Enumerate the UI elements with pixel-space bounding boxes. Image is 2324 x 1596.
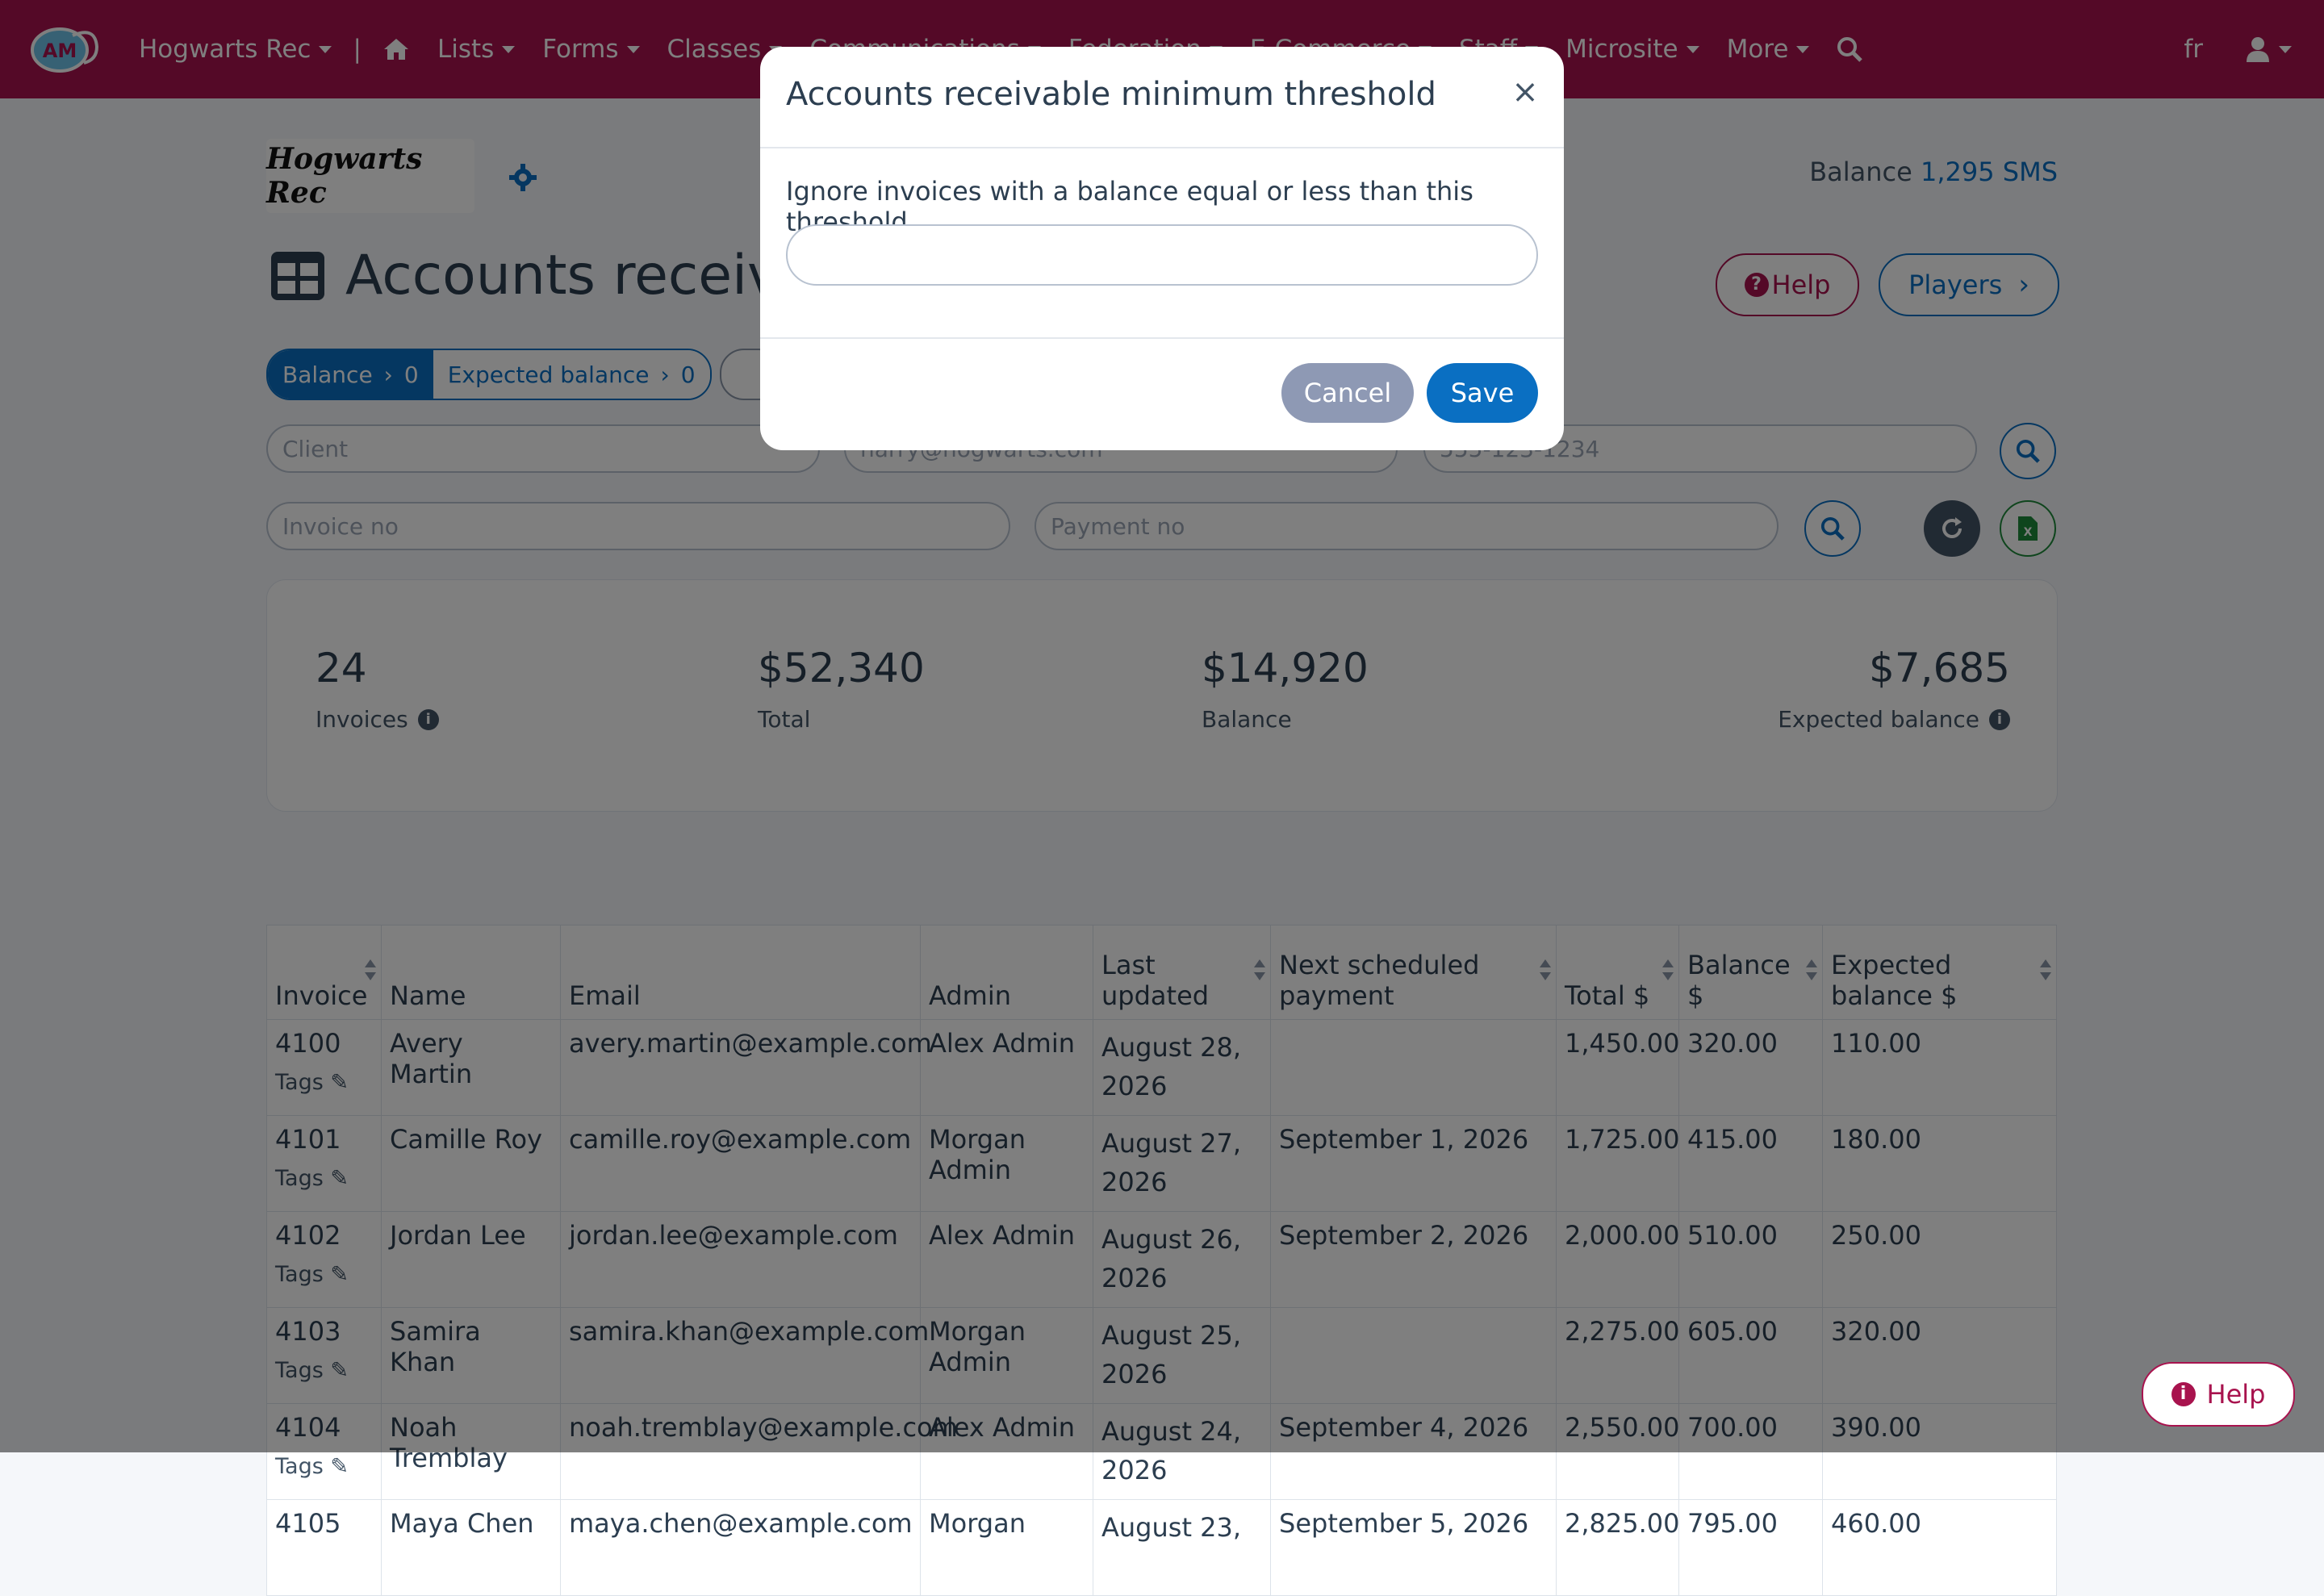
modal-header: Accounts receivable minimum threshold × <box>760 47 1564 148</box>
table-row: 4105 Maya Chen maya.chen@example.com Mor… <box>266 1499 2057 1596</box>
tags-edit[interactable]: Tags ✎ <box>275 1454 373 1479</box>
save-button[interactable]: Save <box>1427 363 1538 423</box>
total-amount: 2,825.00 <box>1556 1499 1680 1596</box>
admin-name: Morgan <box>920 1499 1093 1596</box>
threshold-input[interactable] <box>786 224 1538 286</box>
balance-amount: 795.00 <box>1678 1499 1823 1596</box>
modal-title: Accounts receivable minimum threshold <box>786 76 1436 113</box>
expected-balance-amount: 460.00 <box>1822 1499 2057 1596</box>
threshold-modal: Accounts receivable minimum threshold × … <box>760 47 1564 450</box>
cancel-button[interactable]: Cancel <box>1281 363 1414 423</box>
last-updated: August 23, <box>1093 1499 1271 1596</box>
next-payment: September 5, 2026 <box>1270 1499 1557 1596</box>
edit-icon: ✎ <box>330 1454 349 1479</box>
floating-help-button[interactable]: i Help <box>2142 1362 2295 1427</box>
invoice-number[interactable]: 4105 <box>275 1508 373 1539</box>
client-email: maya.chen@example.com <box>560 1499 921 1596</box>
info-circle-icon: i <box>2171 1382 2196 1406</box>
client-name: Maya Chen <box>381 1499 561 1596</box>
close-icon[interactable]: × <box>1509 76 1541 108</box>
